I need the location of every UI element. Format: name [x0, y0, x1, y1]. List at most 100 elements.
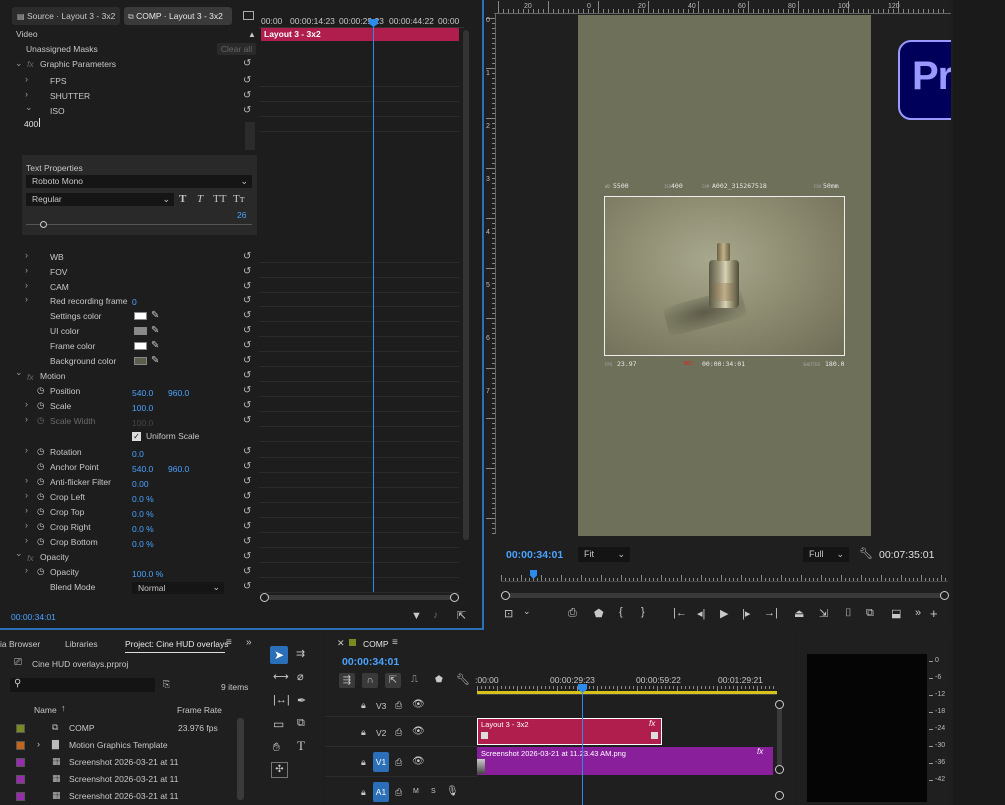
color-label-chip[interactable]: [16, 792, 25, 801]
mini-ruler[interactable]: 00:00 00:00:14:23 00:00:29:23 00:00:44:2…: [259, 14, 464, 28]
zoom-handle[interactable]: [501, 591, 510, 600]
font-size-slider[interactable]: [26, 224, 252, 225]
position-y[interactable]: 960.0: [168, 388, 189, 398]
eyedropper-icon[interactable]: ✎: [151, 310, 159, 321]
tab-project[interactable]: Project: Cine HUD overlays: [125, 639, 228, 649]
stopwatch-icon[interactable]: ◷: [37, 506, 44, 517]
solo-label[interactable]: S: [431, 788, 436, 795]
timeline-timecode[interactable]: 00:00:34:01: [342, 656, 399, 668]
linked-selection-icon[interactable]: ⇱: [385, 673, 401, 688]
new-bin-icon[interactable]: ⎘: [163, 679, 170, 690]
track-v2-label[interactable]: V2: [376, 728, 386, 738]
reset-icon[interactable]: ↺: [243, 295, 251, 306]
mic-icon[interactable]: 🎙︎: [446, 786, 459, 797]
uniform-scale-checkbox[interactable]: ✓: [132, 432, 141, 441]
chevron-right-icon[interactable]: ›: [25, 74, 28, 84]
crop-top-value[interactable]: 0.0 %: [132, 509, 154, 519]
generative-tool[interactable]: ✣: [271, 762, 288, 778]
reset-icon[interactable]: ↺: [243, 251, 251, 262]
export-icon[interactable]: ⇱: [457, 609, 466, 622]
chevron-down-icon[interactable]: ⌄: [25, 102, 33, 113]
reset-icon[interactable]: ↺: [243, 266, 251, 277]
settings-color-swatch[interactable]: [134, 312, 147, 320]
reset-icon[interactable]: ↺: [243, 536, 251, 547]
lock-icon[interactable]: 🔒︎: [361, 727, 366, 738]
mini-playhead[interactable]: [373, 20, 374, 592]
video-frame[interactable]: WB 5500 ISO 400 CAM A002_315267518 FOV 5…: [578, 15, 871, 536]
crop-right-value[interactable]: 0.0 %: [132, 524, 154, 534]
chevron-right-icon[interactable]: ›: [25, 399, 28, 409]
anchor-x[interactable]: 540.0: [132, 464, 153, 474]
hand-tool[interactable]: ✋︎: [273, 740, 280, 755]
tab-comp[interactable]: ⧉ COMP · Layout 3 - 3x2: [124, 7, 232, 25]
mute-label[interactable]: M: [413, 788, 419, 795]
chevron-right-icon[interactable]: ›: [25, 89, 28, 99]
sort-arrow-icon[interactable]: ↑: [61, 703, 66, 713]
selection-tool[interactable]: ➤: [270, 646, 288, 664]
scale-value[interactable]: 100.0: [132, 403, 153, 413]
chevron-right-icon[interactable]: ›: [25, 280, 28, 290]
lock-icon[interactable]: 🔒︎: [361, 700, 366, 711]
color-label-chip[interactable]: [16, 724, 25, 733]
eyedropper-icon[interactable]: ✎: [151, 355, 159, 366]
mini-zoom-bar[interactable]: [262, 595, 458, 600]
stopwatch-icon[interactable]: ◷: [37, 385, 44, 396]
eye-icon[interactable]: 👁︎: [412, 756, 425, 767]
project-list-item[interactable]: ▦ Screenshot 2026-03-21 at 11: [10, 789, 236, 804]
track-a1-label[interactable]: A1: [373, 782, 389, 802]
eye-icon[interactable]: 👁︎: [412, 726, 425, 737]
more-icon[interactable]: »: [915, 607, 921, 619]
rectangle-tool[interactable]: ▭: [273, 717, 284, 731]
stopwatch-icon[interactable]: ◷: [37, 476, 44, 487]
chevron-right-icon[interactable]: ›: [25, 445, 28, 455]
lift-icon[interactable]: ⏏: [794, 607, 804, 620]
menu-icon[interactable]: ≡: [392, 637, 398, 648]
panel-layout-icon[interactable]: [243, 11, 254, 20]
scroll-handle[interactable]: [775, 791, 784, 800]
comparison-view-icon[interactable]: ⧉: [866, 607, 874, 620]
filter-icon[interactable]: ▼: [411, 610, 422, 622]
bg-color-swatch[interactable]: [134, 357, 147, 365]
reset-icon[interactable]: ↺: [243, 476, 251, 487]
snap-icon[interactable]: ∩: [362, 673, 378, 688]
ui-color-swatch[interactable]: [134, 327, 147, 335]
ec-timecode[interactable]: 00:00:34:01: [11, 612, 56, 622]
insert-overwrite-icon[interactable]: ⇶: [339, 673, 355, 688]
go-to-out-icon[interactable]: →|: [764, 607, 778, 619]
zoom-handle[interactable]: [450, 593, 459, 602]
marker-icon[interactable]: ⬟: [594, 607, 604, 620]
project-list-item[interactable]: ▦ Screenshot 2026-03-21 at 11: [10, 772, 236, 787]
chevron-right-icon[interactable]: ›: [25, 475, 28, 485]
clear-all-button[interactable]: Clear all: [217, 43, 256, 55]
stopwatch-icon[interactable]: ◷: [37, 521, 44, 532]
chevron-right-icon[interactable]: ›: [25, 535, 28, 545]
anchor-y[interactable]: 960.0: [168, 464, 189, 474]
add-button-icon[interactable]: +: [930, 606, 938, 621]
program-timecode[interactable]: 00:00:34:01: [506, 549, 563, 561]
step-forward-icon[interactable]: |▸: [742, 607, 750, 620]
add-edit-icon[interactable]: ⎍: [411, 674, 418, 685]
type-tool[interactable]: T: [297, 738, 305, 754]
sync-icon[interactable]: ⎙: [395, 757, 402, 768]
clip-v1[interactable]: Screenshot 2026-03-21 at 11.23.43 AM.png…: [477, 747, 773, 775]
ripple-edit-tool[interactable]: ⟷: [273, 670, 289, 683]
program-zoom-bar[interactable]: [504, 593, 944, 598]
track-v1-label[interactable]: V1: [373, 752, 389, 772]
col-name[interactable]: Name: [34, 705, 57, 715]
mark-out-icon[interactable]: }: [641, 606, 645, 618]
pen-tool[interactable]: ✒: [297, 694, 306, 707]
timeline-vscroll[interactable]: [777, 706, 782, 770]
stopwatch-icon[interactable]: ◷: [37, 400, 44, 411]
chevron-right-icon[interactable]: ›: [37, 739, 40, 749]
remix-tool[interactable]: ⧉: [297, 717, 305, 730]
project-search-input[interactable]: [10, 678, 155, 692]
color-label-chip[interactable]: [16, 775, 25, 784]
italic-icon[interactable]: T: [197, 193, 203, 205]
reset-icon[interactable]: ↺: [243, 310, 251, 321]
chevron-down-icon[interactable]: ⌄: [15, 367, 23, 378]
work-area-bar[interactable]: [477, 691, 777, 694]
opacity-value[interactable]: 100.0 %: [132, 569, 163, 579]
export-frame-icon[interactable]: ⌷: [845, 607, 852, 620]
stopwatch-icon[interactable]: ◷: [37, 461, 44, 472]
lock-icon[interactable]: 🔒︎: [361, 757, 366, 768]
